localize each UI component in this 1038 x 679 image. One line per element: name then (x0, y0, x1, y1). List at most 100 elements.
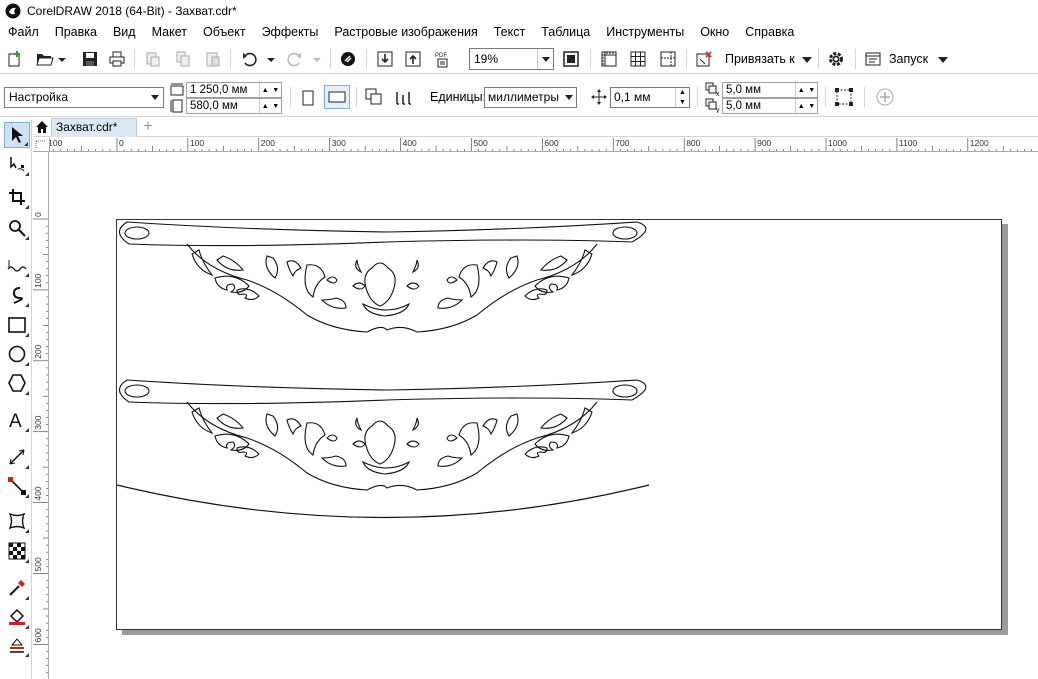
spin-down-icon[interactable]: ▼ (271, 99, 282, 113)
plus-circle-icon (876, 88, 894, 106)
separator (134, 49, 135, 69)
search-content-button[interactable] (337, 48, 359, 70)
paste-button[interactable] (202, 48, 224, 70)
menu-effects[interactable]: Эффекты (254, 22, 327, 42)
current-page-button[interactable] (392, 85, 416, 109)
menu-edit[interactable]: Правка (47, 22, 105, 42)
publish-pdf-button[interactable]: PDF (432, 48, 454, 70)
separator (864, 87, 865, 107)
snap-off-button[interactable] (693, 48, 715, 70)
new-document-button[interactable] (4, 48, 26, 70)
ruler-label: 300 (332, 138, 346, 148)
menu-view[interactable]: Вид (105, 22, 144, 42)
pick-tool-button[interactable] (4, 122, 30, 148)
copy-button[interactable] (172, 48, 194, 70)
duplicate-distance-y-field[interactable]: 5,0 мм ▲ ▼ (722, 98, 818, 114)
open-button[interactable] (32, 48, 70, 70)
launch-icon-button[interactable] (862, 48, 884, 70)
show-guidelines-button[interactable] (657, 48, 679, 70)
spin-down-icon[interactable]: ▼ (807, 99, 818, 113)
save-button[interactable] (79, 48, 101, 70)
menu-layout[interactable]: Макет (144, 22, 195, 42)
portrait-button[interactable] (298, 87, 318, 108)
shape-tool-button[interactable] (4, 151, 30, 177)
duplicate-distance-x-field[interactable]: 5,0 мм ▲ ▼ (722, 82, 818, 98)
connector-tool-button[interactable] (4, 473, 30, 499)
menu-help[interactable]: Справка (737, 22, 802, 42)
snap-to-dropdown[interactable]: Привязать к (725, 48, 813, 70)
full-screen-button[interactable] (560, 48, 582, 70)
export-button[interactable] (402, 48, 424, 70)
artistic-media-tool-button[interactable] (4, 282, 30, 308)
show-grid-button[interactable] (627, 48, 649, 70)
units-dropdown[interactable]: миллиметры (484, 87, 577, 108)
welcome-screen-tab[interactable] (33, 118, 51, 136)
menu-file[interactable]: Файл (0, 22, 47, 42)
zoom-tool-button[interactable] (4, 215, 30, 241)
ruler-origin[interactable] (33, 138, 50, 152)
spin-up-icon[interactable]: ▲ (796, 99, 807, 113)
drawing-page[interactable] (116, 219, 1002, 630)
all-pages-button[interactable] (362, 85, 386, 109)
redo-button[interactable] (284, 48, 324, 70)
eyedropper-tool-button[interactable] (4, 575, 30, 601)
dimension-tool-icon (9, 449, 25, 465)
horizontal-ruler[interactable]: 1000100200300400500600700800900100011001… (50, 138, 1038, 152)
polygon-tool-button[interactable] (4, 370, 30, 396)
new-document-tab-button[interactable]: + (139, 118, 157, 136)
undo-button[interactable] (238, 48, 278, 70)
envelope-tool-button[interactable] (4, 508, 30, 534)
spin-up-icon[interactable]: ▲ (260, 83, 271, 97)
menu-tools[interactable]: Инструменты (598, 22, 692, 42)
spin-up-icon[interactable]: ▲ (260, 99, 271, 113)
import-button[interactable] (374, 48, 396, 70)
dimension-tool-button[interactable] (4, 444, 30, 470)
spin-down-icon[interactable]: ▼ (807, 83, 818, 97)
print-button[interactable] (106, 48, 128, 70)
launch-dropdown[interactable]: Запуск (889, 48, 948, 70)
ruler-label: 600 (544, 138, 558, 148)
separator (356, 87, 357, 107)
cut-button[interactable] (142, 48, 164, 70)
interactive-fill-tool-button[interactable] (4, 604, 30, 630)
ellipse-tool-icon (8, 345, 26, 363)
page-width-field[interactable]: 1 250,0 мм ▲ ▼ (186, 82, 282, 98)
transparency-tool-button[interactable] (4, 538, 30, 564)
transparency-tool-icon (8, 542, 26, 560)
menu-text[interactable]: Текст (486, 22, 533, 42)
zoom-level-dropdown[interactable]: 19% (469, 48, 554, 70)
page-size-preset-dropdown[interactable]: Настройка (4, 87, 164, 108)
document-tab[interactable]: Захват.cdr* (51, 118, 137, 137)
nudge-distance-field[interactable]: 0,1 мм ▲ ▼ (610, 87, 690, 108)
connector-tool-icon (8, 477, 26, 495)
ornament-drawing[interactable] (117, 220, 1003, 631)
units-value: миллиметры (488, 90, 559, 104)
freehand-tool-button[interactable] (4, 252, 30, 278)
menu-object[interactable]: Объект (195, 22, 254, 42)
page-height-field[interactable]: 580,0 мм ▲ ▼ (186, 98, 282, 114)
menu-table[interactable]: Таблица (533, 22, 598, 42)
spin-down-icon[interactable]: ▼ (271, 83, 282, 97)
print-icon (109, 51, 125, 67)
nudge-distance-value: 0,1 мм (614, 90, 651, 104)
crop-tool-button[interactable] (4, 184, 30, 210)
menu-bitmaps[interactable]: Растровые изображения (326, 22, 485, 42)
spin-up-icon[interactable]: ▲ (796, 83, 807, 97)
freehand-tool-icon (7, 260, 27, 272)
vertical-ruler[interactable]: 0 100 200 300 400 500 600 (33, 152, 49, 679)
drawing-canvas[interactable] (50, 153, 1038, 679)
menu-window[interactable]: Окно (692, 22, 737, 42)
show-rulers-button[interactable] (598, 48, 620, 70)
text-tool-button[interactable]: A (4, 407, 30, 433)
rectangle-tool-button[interactable] (4, 312, 30, 338)
current-page-icon (396, 92, 411, 105)
treat-as-filled-button[interactable] (832, 85, 856, 109)
options-button[interactable] (825, 48, 847, 70)
ellipse-tool-button[interactable] (4, 341, 30, 367)
quick-customize-button[interactable] (874, 86, 896, 108)
spin-down-icon[interactable]: ▼ (676, 98, 689, 108)
spin-up-icon[interactable]: ▲ (676, 88, 689, 98)
ruler-label: 800 (686, 138, 700, 148)
smart-fill-tool-button[interactable] (4, 632, 30, 658)
landscape-button[interactable] (324, 85, 350, 109)
